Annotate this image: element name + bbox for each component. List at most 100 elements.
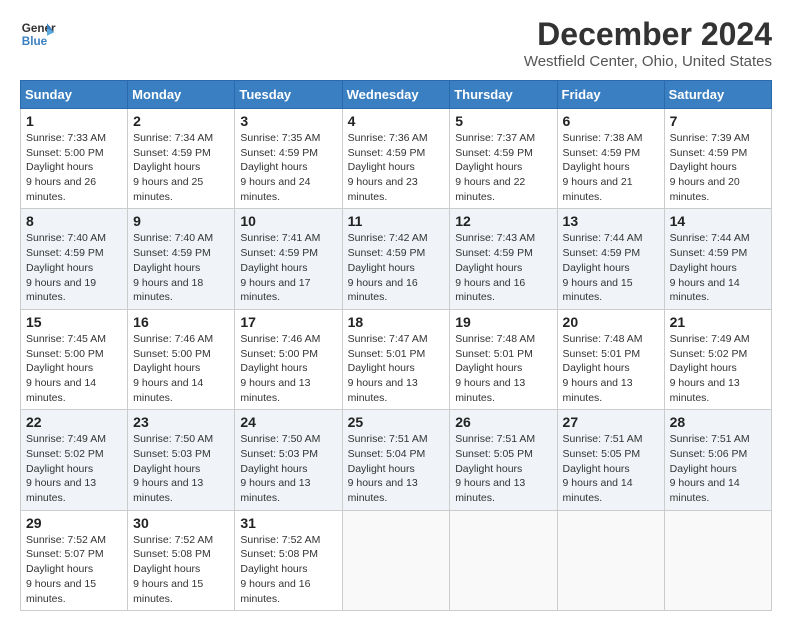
calendar-week-row: 22 Sunrise: 7:49 AM Sunset: 5:02 PM Dayl… <box>21 410 772 510</box>
day-number: 1 <box>26 113 122 129</box>
logo-icon: General Blue <box>20 16 56 52</box>
calendar-day-cell: 25 Sunrise: 7:51 AM Sunset: 5:04 PM Dayl… <box>342 410 450 510</box>
day-number: 20 <box>563 314 659 330</box>
day-info: Sunrise: 7:33 AM Sunset: 5:00 PM Dayligh… <box>26 131 122 204</box>
day-number: 5 <box>455 113 551 129</box>
day-number: 13 <box>563 213 659 229</box>
day-number: 31 <box>240 515 336 531</box>
calendar-day-cell <box>557 510 664 610</box>
day-number: 19 <box>455 314 551 330</box>
day-info: Sunrise: 7:48 AM Sunset: 5:01 PM Dayligh… <box>455 332 551 405</box>
calendar-day-cell: 24 Sunrise: 7:50 AM Sunset: 5:03 PM Dayl… <box>235 410 342 510</box>
calendar-day-cell: 11 Sunrise: 7:42 AM Sunset: 4:59 PM Dayl… <box>342 209 450 309</box>
day-number: 21 <box>670 314 766 330</box>
weekday-header: Saturday <box>664 81 771 109</box>
calendar-day-cell: 23 Sunrise: 7:50 AM Sunset: 5:03 PM Dayl… <box>128 410 235 510</box>
calendar-day-cell <box>342 510 450 610</box>
day-info: Sunrise: 7:50 AM Sunset: 5:03 PM Dayligh… <box>133 432 229 505</box>
day-number: 10 <box>240 213 336 229</box>
weekday-header: Wednesday <box>342 81 450 109</box>
calendar-day-cell: 9 Sunrise: 7:40 AM Sunset: 4:59 PM Dayli… <box>128 209 235 309</box>
day-info: Sunrise: 7:50 AM Sunset: 5:03 PM Dayligh… <box>240 432 336 505</box>
day-number: 30 <box>133 515 229 531</box>
calendar-week-row: 29 Sunrise: 7:52 AM Sunset: 5:07 PM Dayl… <box>21 510 772 610</box>
day-info: Sunrise: 7:51 AM Sunset: 5:04 PM Dayligh… <box>348 432 445 505</box>
calendar-day-cell: 15 Sunrise: 7:45 AM Sunset: 5:00 PM Dayl… <box>21 309 128 409</box>
calendar-table: SundayMondayTuesdayWednesdayThursdayFrid… <box>20 80 772 611</box>
calendar-day-cell: 12 Sunrise: 7:43 AM Sunset: 4:59 PM Dayl… <box>450 209 557 309</box>
day-info: Sunrise: 7:35 AM Sunset: 4:59 PM Dayligh… <box>240 131 336 204</box>
calendar-week-row: 15 Sunrise: 7:45 AM Sunset: 5:00 PM Dayl… <box>21 309 772 409</box>
day-info: Sunrise: 7:34 AM Sunset: 4:59 PM Dayligh… <box>133 131 229 204</box>
day-number: 9 <box>133 213 229 229</box>
calendar-day-cell: 3 Sunrise: 7:35 AM Sunset: 4:59 PM Dayli… <box>235 109 342 209</box>
day-info: Sunrise: 7:49 AM Sunset: 5:02 PM Dayligh… <box>670 332 766 405</box>
day-info: Sunrise: 7:52 AM Sunset: 5:08 PM Dayligh… <box>240 533 336 606</box>
day-info: Sunrise: 7:42 AM Sunset: 4:59 PM Dayligh… <box>348 231 445 304</box>
calendar-day-cell: 17 Sunrise: 7:46 AM Sunset: 5:00 PM Dayl… <box>235 309 342 409</box>
day-info: Sunrise: 7:46 AM Sunset: 5:00 PM Dayligh… <box>133 332 229 405</box>
calendar-day-cell: 29 Sunrise: 7:52 AM Sunset: 5:07 PM Dayl… <box>21 510 128 610</box>
calendar-day-cell: 26 Sunrise: 7:51 AM Sunset: 5:05 PM Dayl… <box>450 410 557 510</box>
day-info: Sunrise: 7:40 AM Sunset: 4:59 PM Dayligh… <box>133 231 229 304</box>
calendar-week-row: 1 Sunrise: 7:33 AM Sunset: 5:00 PM Dayli… <box>21 109 772 209</box>
day-info: Sunrise: 7:49 AM Sunset: 5:02 PM Dayligh… <box>26 432 122 505</box>
calendar-day-cell: 16 Sunrise: 7:46 AM Sunset: 5:00 PM Dayl… <box>128 309 235 409</box>
page-header: General Blue December 2024 Westfield Cen… <box>20 16 772 70</box>
calendar-day-cell: 8 Sunrise: 7:40 AM Sunset: 4:59 PM Dayli… <box>21 209 128 309</box>
day-info: Sunrise: 7:40 AM Sunset: 4:59 PM Dayligh… <box>26 231 122 304</box>
weekday-header: Monday <box>128 81 235 109</box>
weekday-header: Friday <box>557 81 664 109</box>
calendar-day-cell <box>450 510 557 610</box>
day-info: Sunrise: 7:41 AM Sunset: 4:59 PM Dayligh… <box>240 231 336 304</box>
day-info: Sunrise: 7:38 AM Sunset: 4:59 PM Dayligh… <box>563 131 659 204</box>
day-number: 12 <box>455 213 551 229</box>
calendar-day-cell: 20 Sunrise: 7:48 AM Sunset: 5:01 PM Dayl… <box>557 309 664 409</box>
day-number: 7 <box>670 113 766 129</box>
day-number: 26 <box>455 414 551 430</box>
calendar-day-cell: 5 Sunrise: 7:37 AM Sunset: 4:59 PM Dayli… <box>450 109 557 209</box>
day-number: 23 <box>133 414 229 430</box>
day-number: 29 <box>26 515 122 531</box>
calendar-day-cell: 13 Sunrise: 7:44 AM Sunset: 4:59 PM Dayl… <box>557 209 664 309</box>
calendar-day-cell: 7 Sunrise: 7:39 AM Sunset: 4:59 PM Dayli… <box>664 109 771 209</box>
calendar-day-cell: 27 Sunrise: 7:51 AM Sunset: 5:05 PM Dayl… <box>557 410 664 510</box>
calendar-day-cell: 14 Sunrise: 7:44 AM Sunset: 4:59 PM Dayl… <box>664 209 771 309</box>
day-number: 8 <box>26 213 122 229</box>
calendar-day-cell: 28 Sunrise: 7:51 AM Sunset: 5:06 PM Dayl… <box>664 410 771 510</box>
day-info: Sunrise: 7:51 AM Sunset: 5:05 PM Dayligh… <box>455 432 551 505</box>
calendar-day-cell: 31 Sunrise: 7:52 AM Sunset: 5:08 PM Dayl… <box>235 510 342 610</box>
day-number: 15 <box>26 314 122 330</box>
day-number: 18 <box>348 314 445 330</box>
day-number: 22 <box>26 414 122 430</box>
day-info: Sunrise: 7:47 AM Sunset: 5:01 PM Dayligh… <box>348 332 445 405</box>
day-number: 25 <box>348 414 445 430</box>
day-number: 6 <box>563 113 659 129</box>
calendar-week-row: 8 Sunrise: 7:40 AM Sunset: 4:59 PM Dayli… <box>21 209 772 309</box>
month-title: December 2024 <box>524 16 772 53</box>
day-info: Sunrise: 7:52 AM Sunset: 5:07 PM Dayligh… <box>26 533 122 606</box>
calendar-day-cell <box>664 510 771 610</box>
calendar-day-cell: 19 Sunrise: 7:48 AM Sunset: 5:01 PM Dayl… <box>450 309 557 409</box>
calendar-day-cell: 18 Sunrise: 7:47 AM Sunset: 5:01 PM Dayl… <box>342 309 450 409</box>
location-title: Westfield Center, Ohio, United States <box>524 53 772 70</box>
calendar-day-cell: 4 Sunrise: 7:36 AM Sunset: 4:59 PM Dayli… <box>342 109 450 209</box>
day-info: Sunrise: 7:51 AM Sunset: 5:05 PM Dayligh… <box>563 432 659 505</box>
calendar-day-cell: 6 Sunrise: 7:38 AM Sunset: 4:59 PM Dayli… <box>557 109 664 209</box>
calendar-day-cell: 22 Sunrise: 7:49 AM Sunset: 5:02 PM Dayl… <box>21 410 128 510</box>
day-info: Sunrise: 7:36 AM Sunset: 4:59 PM Dayligh… <box>348 131 445 204</box>
day-number: 14 <box>670 213 766 229</box>
day-info: Sunrise: 7:44 AM Sunset: 4:59 PM Dayligh… <box>670 231 766 304</box>
day-number: 17 <box>240 314 336 330</box>
calendar-day-cell: 1 Sunrise: 7:33 AM Sunset: 5:00 PM Dayli… <box>21 109 128 209</box>
svg-text:Blue: Blue <box>22 35 48 48</box>
day-number: 4 <box>348 113 445 129</box>
day-number: 27 <box>563 414 659 430</box>
day-info: Sunrise: 7:37 AM Sunset: 4:59 PM Dayligh… <box>455 131 551 204</box>
day-number: 24 <box>240 414 336 430</box>
day-number: 16 <box>133 314 229 330</box>
calendar-day-cell: 10 Sunrise: 7:41 AM Sunset: 4:59 PM Dayl… <box>235 209 342 309</box>
day-info: Sunrise: 7:46 AM Sunset: 5:00 PM Dayligh… <box>240 332 336 405</box>
day-info: Sunrise: 7:39 AM Sunset: 4:59 PM Dayligh… <box>670 131 766 204</box>
weekday-header: Tuesday <box>235 81 342 109</box>
